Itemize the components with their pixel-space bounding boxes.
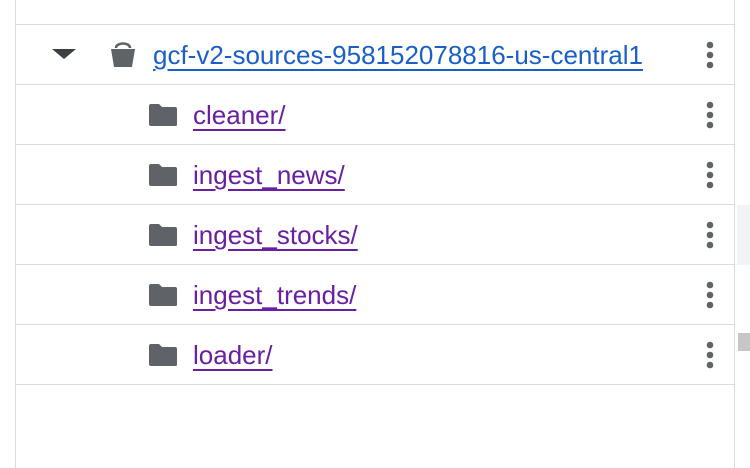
bucket-icon: [111, 41, 135, 67]
more-vert-icon[interactable]: [698, 280, 722, 310]
object-browser-tree: gcf-v2-sources-958152078816-us-central1 …: [15, 0, 735, 468]
more-vert-icon[interactable]: [698, 340, 722, 370]
more-vert-icon[interactable]: [698, 40, 722, 70]
folder-link[interactable]: ingest_stocks/: [193, 219, 358, 251]
folder-link[interactable]: loader/: [193, 339, 273, 371]
bucket-row[interactable]: gcf-v2-sources-958152078816-us-central1: [16, 25, 734, 85]
folder-row[interactable]: ingest_stocks/: [16, 205, 734, 265]
bucket-link[interactable]: gcf-v2-sources-958152078816-us-central1: [153, 39, 643, 71]
collapse-arrow-icon[interactable]: [52, 48, 76, 59]
folder-link[interactable]: ingest_trends/: [193, 279, 356, 311]
scrollbar-track[interactable]: [737, 205, 750, 265]
folder-icon: [149, 163, 177, 186]
folder-icon: [149, 223, 177, 246]
folder-link[interactable]: cleaner/: [193, 99, 286, 131]
folder-row[interactable]: ingest_trends/: [16, 265, 734, 325]
folder-icon: [149, 343, 177, 366]
folder-row[interactable]: cleaner/: [16, 85, 734, 145]
more-vert-icon[interactable]: [698, 160, 722, 190]
folder-link[interactable]: ingest_news/: [193, 159, 345, 191]
folder-icon: [149, 283, 177, 306]
folder-row[interactable]: loader/: [16, 325, 734, 385]
more-vert-icon[interactable]: [698, 100, 722, 130]
scrollbar-thumb[interactable]: [738, 333, 750, 351]
previous-row-stub: [16, 0, 734, 25]
folder-row[interactable]: ingest_news/: [16, 145, 734, 205]
folder-icon: [149, 103, 177, 126]
more-vert-icon[interactable]: [698, 220, 722, 250]
